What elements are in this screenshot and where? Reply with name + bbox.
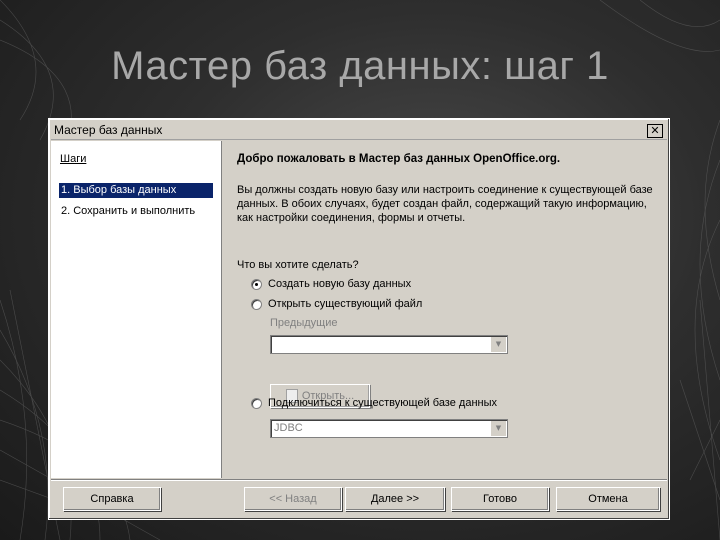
window-title: Мастер баз данных [54, 123, 163, 137]
radio-connect-existing-database[interactable]: Подключиться к существующей базе данных [251, 397, 497, 409]
recent-files-dropdown[interactable]: ▼ [270, 335, 508, 354]
finish-button[interactable]: Готово [451, 487, 549, 511]
help-button[interactable]: Справка [63, 487, 161, 511]
close-icon[interactable]: ✕ [647, 124, 663, 138]
radio-create-new-database[interactable]: Создать новую базу данных [251, 278, 411, 290]
wizard-description: Вы должны создать новую базу или настрои… [237, 184, 653, 224]
steps-heading: Шаги [60, 153, 87, 165]
radio-label-create-new: Создать новую базу данных [268, 278, 412, 290]
question-label: Что вы хотите сделать? [237, 259, 359, 271]
chevron-down-icon: ▼ [490, 421, 506, 436]
wizard-content: Добро пожаловать в Мастер баз данных Ope… [237, 141, 663, 478]
connection-type-dropdown[interactable]: JDBC ▼ [270, 419, 508, 438]
welcome-heading: Добро пожаловать в Мастер баз данных Ope… [237, 153, 561, 165]
radio-label-connect-existing: Подключиться к существующей базе данных [268, 397, 497, 409]
database-wizard-dialog: Мастер баз данных ✕ Шаги 1. Выбор базы д… [48, 118, 670, 520]
back-button[interactable]: << Назад [244, 487, 342, 511]
step-item-select-database[interactable]: 1. Выбор базы данных [58, 182, 214, 199]
step-item-save-and-proceed[interactable]: 2. Сохранить и выполнить [59, 204, 197, 219]
connection-type-value: JDBC [274, 422, 303, 434]
chevron-down-icon: ▼ [490, 337, 506, 352]
radio-button[interactable] [251, 298, 262, 310]
slide-title: Мастер баз данных: шаг 1 [111, 44, 609, 88]
radio-open-existing-file[interactable]: Открыть существующий файл [251, 298, 422, 310]
window-titlebar: Мастер баз данных ✕ [51, 121, 667, 140]
next-button[interactable]: Далее >> [345, 487, 445, 511]
radio-label-open-existing: Открыть существующий файл [268, 298, 423, 310]
radio-button-checked[interactable] [251, 278, 262, 290]
button-bar: Справка << Назад Далее >> Готово Отмена [51, 479, 667, 518]
cancel-button[interactable]: Отмена [556, 487, 660, 511]
recent-files-label: Предыдущие [270, 317, 338, 329]
steps-pane: Шаги 1. Выбор базы данных 2. Сохранить и… [51, 141, 222, 478]
radio-button[interactable] [251, 397, 262, 409]
